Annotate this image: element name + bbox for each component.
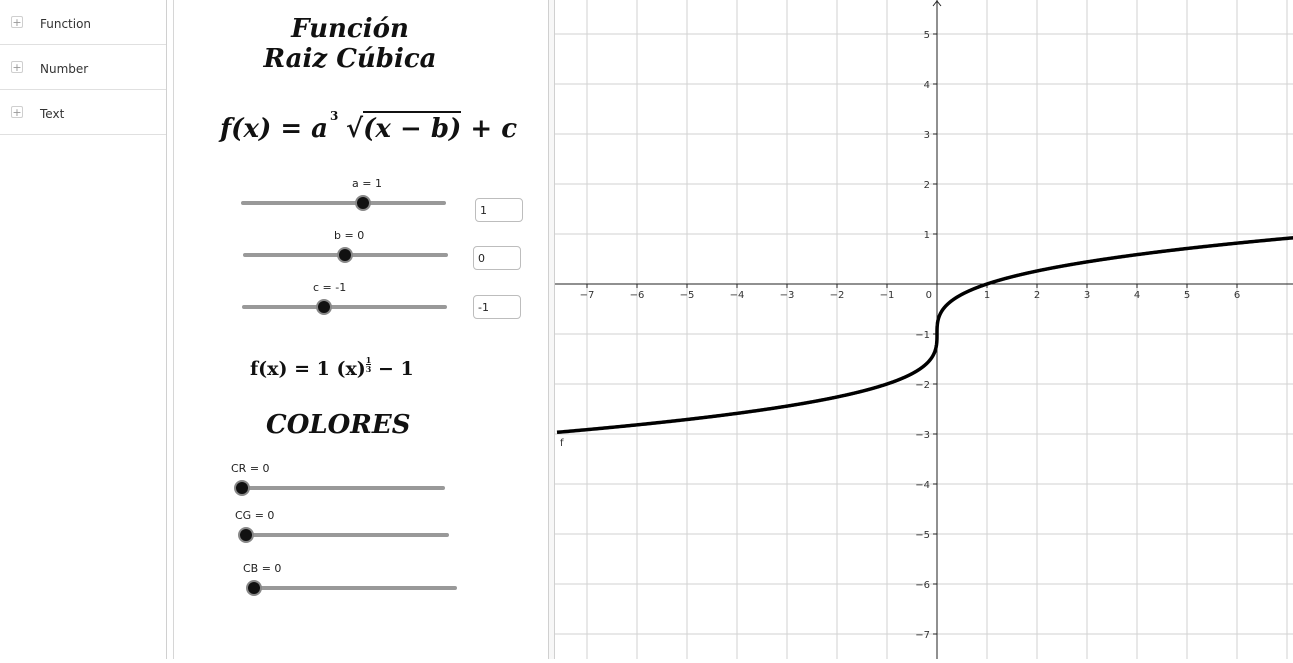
x-tick-label: 3 [1084, 290, 1090, 301]
slider-cr-caption: CR = 0 [231, 462, 270, 475]
algebra-item-text[interactable]: + Text [0, 90, 166, 135]
plus-icon[interactable]: + [11, 16, 23, 28]
slider-cb-track[interactable] [248, 586, 457, 590]
x-tick-label: 4 [1134, 290, 1140, 301]
slider-cr-handle[interactable] [234, 480, 250, 496]
formula-rhs: + c [461, 114, 518, 144]
slider-a-caption: a = 1 [352, 177, 382, 190]
y-tick-label: −6 [915, 580, 930, 591]
graph-canvas[interactable]: −7 −6 −5 −4 −3 −2 −1 0 1 2 3 4 5 6 5 4 3 2 1 −1 −2 −3 −4 −5 −6 −7… [555, 0, 1293, 659]
result-prefix: f(x) = 1 (x) [250, 358, 366, 380]
view-divider[interactable] [167, 0, 174, 659]
formula-text: f(x) = a 3 √(x − b) + c [220, 109, 518, 144]
slider-c-caption: c = -1 [313, 281, 347, 294]
algebra-item-function[interactable]: + Function [0, 0, 166, 45]
slider-cg-caption: CG = 0 [235, 509, 275, 522]
x-tick-label: −4 [730, 290, 745, 301]
x-tick-label: −1 [880, 290, 895, 301]
y-tick-label: −4 [915, 480, 930, 491]
slider-b-caption: b = 0 [334, 229, 365, 242]
root-index: 3 [330, 109, 339, 123]
x-tick-label: 1 [984, 290, 990, 301]
y-tick-label: −3 [915, 430, 930, 441]
slider-cb-caption: CB = 0 [243, 562, 282, 575]
title-line-2: Raiz Cúbica [263, 44, 437, 74]
formula-radicand: (x − b) [363, 111, 462, 144]
algebra-item-label: Number [40, 62, 89, 76]
x-tick-label: −2 [830, 290, 845, 301]
slider-cb-handle[interactable] [246, 580, 262, 596]
slider-c-input[interactable] [473, 295, 521, 319]
y-tick-label: 5 [924, 30, 930, 41]
slider-a-input[interactable] [475, 198, 523, 222]
slider-c-handle[interactable] [316, 299, 332, 315]
slider-cg-handle[interactable] [238, 527, 254, 543]
x-tick-label: −3 [780, 290, 795, 301]
y-tick-label: 4 [924, 80, 930, 91]
graphics-view[interactable]: −7 −6 −5 −4 −3 −2 −1 0 1 2 3 4 5 6 5 4 3 2 1 −1 −2 −3 −4 −5 −6 −7… [555, 0, 1293, 659]
slider-cg-track[interactable] [240, 533, 449, 537]
x-tick-label: 5 [1184, 290, 1190, 301]
result-suffix: − 1 [371, 358, 414, 380]
algebra-item-label: Text [40, 107, 65, 121]
plus-icon[interactable]: + [11, 106, 23, 118]
algebra-item-label: Function [40, 17, 92, 31]
y-tick-label: −7 [915, 630, 930, 641]
slider-b-input[interactable] [473, 246, 521, 270]
radical-icon: √ [346, 114, 364, 144]
y-tick-label: 1 [924, 230, 930, 241]
y-tick-label: −2 [915, 380, 930, 391]
algebra-view: + Function + Number + Text [0, 0, 167, 659]
slider-c-track[interactable] [242, 305, 447, 309]
formula-lhs: f(x) = a [220, 114, 329, 144]
x-tick-label: −5 [680, 290, 695, 301]
controls-panel: Función Raiz Cúbica f(x) = a 3 √(x − b) + … [174, 0, 549, 659]
algebra-item-number[interactable]: + Number [0, 45, 166, 90]
slider-a-track[interactable] [241, 201, 446, 205]
x-tick-label: 0 [926, 290, 932, 301]
y-tick-label: −1 [915, 330, 930, 341]
x-tick-label: −7 [580, 290, 595, 301]
y-tick-label: 3 [924, 130, 930, 141]
title-line-1: Función [291, 14, 409, 44]
y-tick-label: −5 [915, 530, 930, 541]
x-tick-label: 2 [1034, 290, 1040, 301]
x-tick-label: 6 [1234, 290, 1240, 301]
function-label[interactable]: f [560, 438, 564, 449]
colors-title: COLORES [266, 410, 411, 440]
slider-a-handle[interactable] [355, 195, 371, 211]
y-tick-label: 2 [924, 180, 930, 191]
x-tick-label: −6 [630, 290, 645, 301]
function-result: f(x) = 1 (x) 1 3 − 1 [250, 356, 414, 380]
slider-b-handle[interactable] [337, 247, 353, 263]
slider-cr-track[interactable] [236, 486, 445, 490]
plus-icon[interactable]: + [11, 61, 23, 73]
